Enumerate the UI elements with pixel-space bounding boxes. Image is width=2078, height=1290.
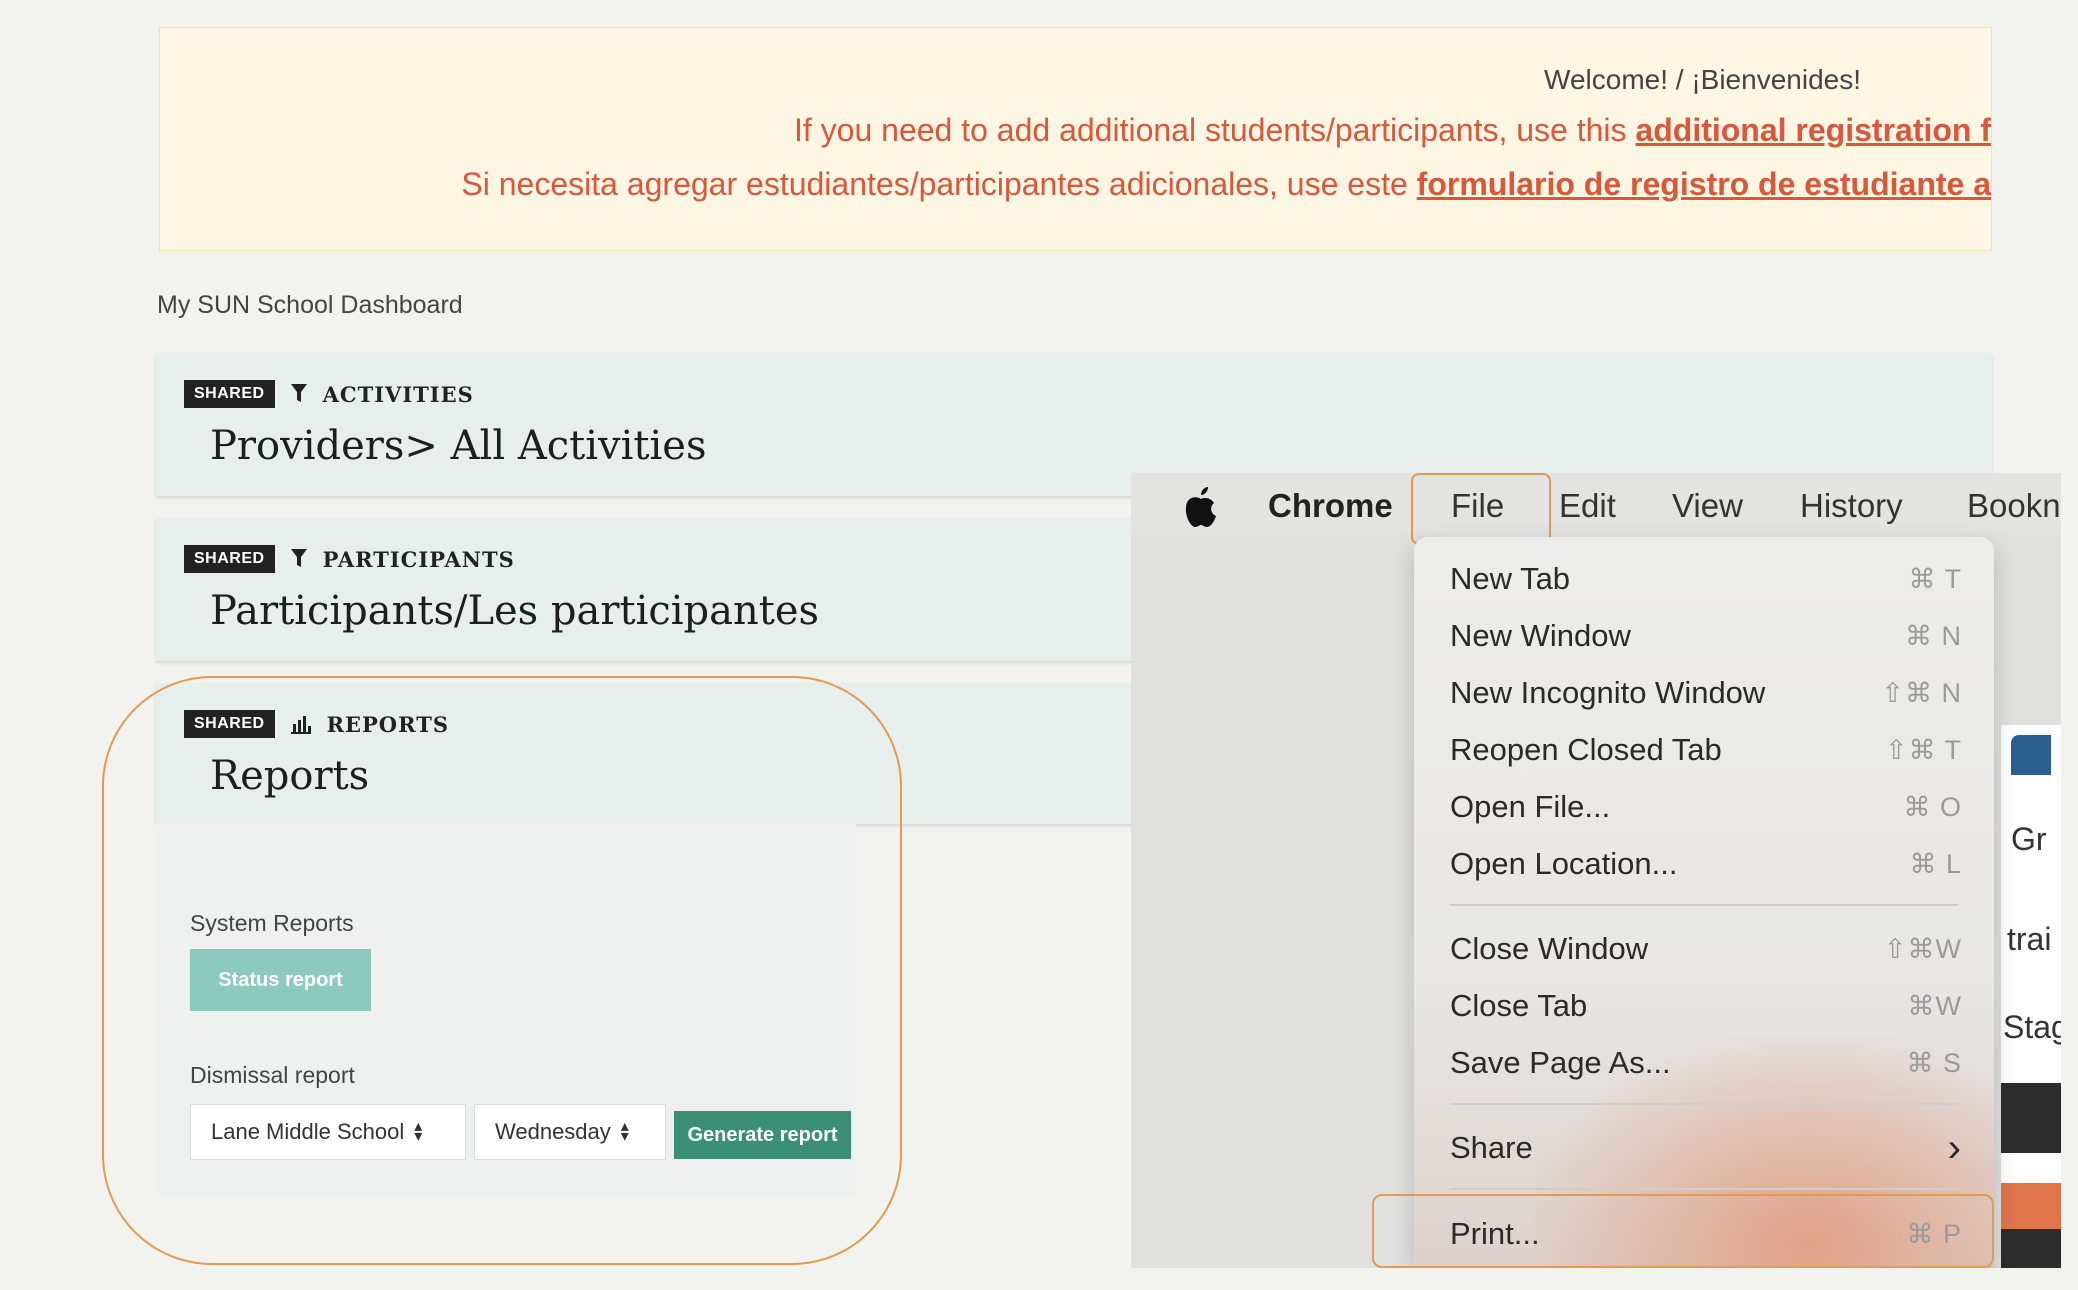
menu-item-label: New Window xyxy=(1450,618,1631,653)
generate-report-button[interactable]: Generate report xyxy=(674,1111,851,1159)
shared-badge: SHARED xyxy=(184,380,275,408)
registration-form-link-spanish[interactable]: formulario de registro de estudiante a xyxy=(1417,166,1991,202)
filter-icon xyxy=(290,384,307,402)
banner-line-spanish: Si necesita agregar estudiantes/particip… xyxy=(461,166,1991,203)
welcome-banner: Welcome! / ¡Bienvenides! If you need to … xyxy=(159,27,1992,251)
menu-item-label: Close Window xyxy=(1450,931,1649,966)
file-dropdown-menu: New Tab ⌘ T New Window ⌘ N New Incognito W… xyxy=(1414,537,1994,1268)
card-title[interactable]: Participants/Les participantes xyxy=(210,588,819,634)
menu-separator xyxy=(1450,1103,1958,1105)
menu-item-label: Open Location... xyxy=(1450,846,1678,881)
background-window-region xyxy=(2001,1083,2061,1153)
additional-registration-link[interactable]: additional registration f xyxy=(1635,112,1991,148)
card-meta: SHARED PARTICIPANTS xyxy=(184,545,515,573)
filter-icon xyxy=(290,549,307,567)
background-fragment: Stag xyxy=(2003,1009,2061,1045)
menubar-view[interactable]: View xyxy=(1672,487,1743,525)
status-report-button[interactable]: Status report xyxy=(190,949,371,1011)
menu-item-open-location[interactable]: Open Location... ⌘ L xyxy=(1450,844,1962,884)
menu-item-label: Save Page As... xyxy=(1450,1045,1671,1080)
banner-line-english-text: If you need to add additional students/p… xyxy=(793,112,1636,148)
card-category: PARTICIPANTS xyxy=(322,546,515,572)
banner-welcome-text: Welcome! / ¡Bienvenides! xyxy=(1544,64,1861,95)
menu-item-new-incognito-window[interactable]: New Incognito Window ⇧⌘ N xyxy=(1450,673,1962,713)
menu-item-save-page-as[interactable]: Save Page As... ⌘ S xyxy=(1450,1043,1962,1083)
chevron-right-icon: › xyxy=(1947,1125,1962,1170)
dashboard-title: My SUN School Dashboard xyxy=(157,291,463,319)
menu-separator xyxy=(1450,904,1958,906)
school-select[interactable]: Lane Middle School ▴ ▾ xyxy=(190,1104,466,1160)
dismissal-report-label: Dismissal report xyxy=(190,1062,355,1088)
day-select-value: Wednesday xyxy=(495,1119,611,1144)
day-select[interactable]: Wednesday ▴ ▾ xyxy=(474,1104,666,1160)
menu-item-label: Open File... xyxy=(1450,789,1611,824)
card-meta: SHARED ACTIVITIES xyxy=(184,380,474,408)
menu-item-shortcut: ⌘ S xyxy=(1906,1047,1962,1078)
card-title: Reports xyxy=(210,753,370,799)
menubar-edit[interactable]: Edit xyxy=(1559,487,1616,525)
card-title[interactable]: Providers> All Activities xyxy=(210,423,706,469)
mac-menu-screenshot: Gr trai Stag Chrome File Edit View Histo… xyxy=(1131,473,2061,1268)
card-meta: SHARED REPORTS xyxy=(184,710,449,738)
menu-item-share[interactable]: Share › xyxy=(1450,1125,1962,1170)
print-highlight-annotation xyxy=(1372,1194,1994,1268)
background-window-tab xyxy=(2011,735,2051,775)
card-category: ACTIVITIES xyxy=(322,381,474,407)
reports-panel: System Reports Status report Dismissal r… xyxy=(156,824,856,1196)
menu-item-shortcut: ⌘W xyxy=(1907,990,1962,1021)
select-arrows-icon: ▴ ▾ xyxy=(620,1118,629,1145)
mac-menubar: Chrome File Edit View History Bookn xyxy=(1131,473,2061,535)
menu-item-shortcut: ⌘ L xyxy=(1909,848,1962,879)
menubar-chrome[interactable]: Chrome xyxy=(1268,487,1393,525)
menubar-bookmarks[interactable]: Bookn xyxy=(1967,487,2061,525)
menu-item-shortcut: ⌘ O xyxy=(1903,791,1962,822)
banner-line-spanish-text: Si necesita agregar estudiantes/particip… xyxy=(461,166,1417,202)
background-fragment: Gr xyxy=(2011,821,2047,857)
menu-item-shortcut: ⇧⌘W xyxy=(1883,933,1962,964)
menubar-history[interactable]: History xyxy=(1800,487,1903,525)
menu-item-label: New Incognito Window xyxy=(1450,675,1766,710)
menu-item-close-window[interactable]: Close Window ⇧⌘W xyxy=(1450,929,1962,969)
banner-line-english: If you need to add additional students/p… xyxy=(794,112,1991,149)
background-window-region xyxy=(2001,1229,2061,1268)
menu-item-label: Share xyxy=(1450,1130,1533,1165)
shared-badge: SHARED xyxy=(184,710,275,738)
bar-chart-icon xyxy=(290,716,311,734)
file-menu-highlight-annotation xyxy=(1411,473,1551,545)
menu-item-shortcut: ⇧⌘ N xyxy=(1881,677,1962,708)
background-window-region xyxy=(2001,1183,2061,1229)
menu-item-shortcut: ⌘ N xyxy=(1905,620,1962,651)
system-reports-label: System Reports xyxy=(190,910,354,936)
school-select-value: Lane Middle School xyxy=(211,1119,405,1144)
menu-item-new-window[interactable]: New Window ⌘ N xyxy=(1450,616,1962,656)
menu-item-open-file[interactable]: Open File... ⌘ O xyxy=(1450,787,1962,827)
select-arrows-icon: ▴ ▾ xyxy=(414,1118,423,1145)
menu-item-close-tab[interactable]: Close Tab ⌘W xyxy=(1450,986,1962,1026)
menu-separator xyxy=(1450,1188,1958,1190)
menu-item-shortcut: ⌘ T xyxy=(1908,563,1962,594)
apple-icon[interactable] xyxy=(1183,485,1219,529)
menu-item-new-tab[interactable]: New Tab ⌘ T xyxy=(1450,559,1962,599)
menu-item-label: New Tab xyxy=(1450,561,1571,596)
menu-item-reopen-closed-tab[interactable]: Reopen Closed Tab ⇧⌘ T xyxy=(1450,730,1962,770)
menu-item-label: Close Tab xyxy=(1450,988,1588,1023)
background-fragment: trai xyxy=(2007,921,2052,957)
menu-item-label: Reopen Closed Tab xyxy=(1450,732,1722,767)
menu-item-shortcut: ⇧⌘ T xyxy=(1884,734,1962,765)
shared-badge: SHARED xyxy=(184,545,275,573)
card-category: REPORTS xyxy=(326,711,449,737)
